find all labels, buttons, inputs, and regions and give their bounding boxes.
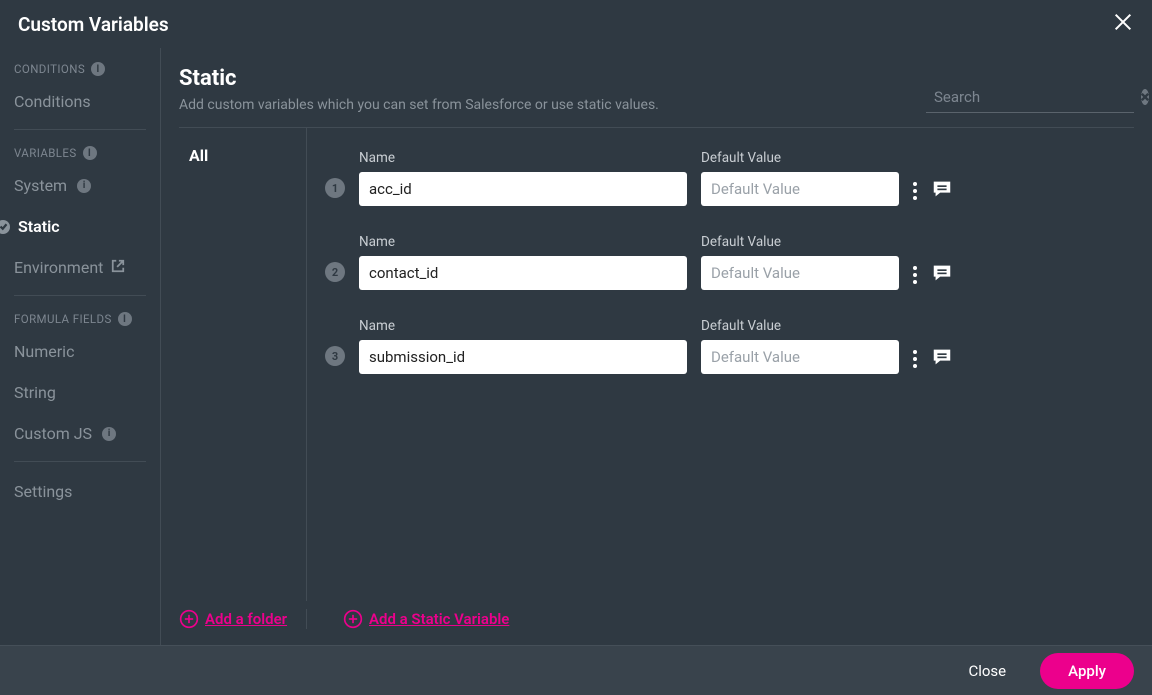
main-panel: Static Add custom variables which you ca…: [160, 48, 1152, 645]
sidebar-item-numeric[interactable]: Numeric: [14, 338, 146, 365]
sidebar-item-label: System: [14, 176, 67, 195]
title-bar: Custom Variables: [0, 0, 1152, 48]
default-value-label: Default Value: [701, 234, 899, 250]
variable-value-input[interactable]: [701, 340, 899, 374]
apply-button[interactable]: Apply: [1040, 653, 1134, 689]
section-header-label: CONDITIONS: [14, 62, 85, 76]
sidebar-item-string[interactable]: String: [14, 379, 146, 406]
variable-row: 2 Name Default Value: [325, 222, 1134, 306]
info-icon[interactable]: i: [83, 146, 97, 160]
section-header-label: VARIABLES: [14, 146, 77, 160]
sidebar-item-label: Conditions: [14, 92, 91, 111]
add-variable-button[interactable]: Add a Static Variable: [343, 609, 509, 629]
clear-search-icon[interactable]: [1141, 89, 1149, 105]
section-header-label: FORMULA FIELDS: [14, 312, 112, 326]
sidebar-item-label: Custom JS: [14, 424, 92, 443]
add-folder-button[interactable]: Add a folder: [179, 609, 287, 629]
sidebar-item-label: Numeric: [14, 342, 74, 361]
info-icon[interactable]: i: [118, 312, 132, 326]
sidebar-item-system[interactable]: System i: [14, 172, 146, 199]
info-icon[interactable]: i: [91, 62, 105, 76]
name-label: Name: [359, 234, 687, 250]
sidebar-item-environment[interactable]: Environment: [14, 254, 146, 281]
sidebar-item-label: Static: [18, 217, 60, 236]
plus-circle-icon: [343, 609, 363, 629]
row-index-badge: 1: [325, 178, 345, 198]
more-options-icon[interactable]: [913, 350, 917, 368]
variable-name-input[interactable]: [359, 340, 687, 374]
more-options-icon[interactable]: [913, 266, 917, 284]
variable-list: 1 Name Default Value 2 Name Default Valu…: [307, 128, 1134, 601]
info-icon[interactable]: i: [102, 427, 116, 441]
folder-list: All: [179, 128, 307, 601]
variable-row: 3 Name Default Value: [325, 306, 1134, 390]
default-value-label: Default Value: [701, 150, 899, 166]
variable-name-input[interactable]: [359, 256, 687, 290]
default-value-label: Default Value: [701, 318, 899, 334]
name-label: Name: [359, 150, 687, 166]
sidebar-item-customjs[interactable]: Custom JS i: [14, 420, 146, 447]
external-link-icon: [111, 258, 125, 277]
comment-icon[interactable]: [931, 346, 953, 368]
more-options-icon[interactable]: [913, 182, 917, 200]
comment-icon[interactable]: [931, 178, 953, 200]
section-header-formula: FORMULA FIELDS i: [14, 312, 146, 326]
divider: [14, 129, 146, 130]
divider: [14, 295, 146, 296]
sidebar-item-label: String: [14, 383, 56, 402]
add-folder-label: Add a folder: [205, 610, 287, 628]
plus-circle-icon: [179, 609, 199, 629]
sidebar-item-settings[interactable]: Settings: [14, 478, 146, 505]
sidebar-item-label: Settings: [14, 482, 72, 501]
variable-row: 1 Name Default Value: [325, 138, 1134, 222]
main-title: Static: [179, 66, 659, 91]
close-icon[interactable]: [1112, 11, 1134, 37]
close-button[interactable]: Close: [954, 654, 1020, 688]
folder-item-all[interactable]: All: [189, 146, 296, 165]
section-header-conditions: CONDITIONS i: [14, 62, 146, 76]
sidebar-item-conditions[interactable]: Conditions: [14, 88, 146, 115]
divider: [14, 461, 146, 462]
variable-value-input[interactable]: [701, 172, 899, 206]
name-label: Name: [359, 318, 687, 334]
search-field[interactable]: [926, 86, 1134, 113]
check-icon: [0, 220, 10, 234]
sidebar-item-static[interactable]: Static: [0, 213, 146, 240]
comment-icon[interactable]: [931, 262, 953, 284]
info-icon[interactable]: i: [77, 179, 91, 193]
dialog-title: Custom Variables: [18, 13, 169, 36]
variable-name-input[interactable]: [359, 172, 687, 206]
sidebar-item-label: Environment: [14, 258, 103, 277]
section-header-variables: VARIABLES i: [14, 146, 146, 160]
add-variable-label: Add a Static Variable: [369, 610, 509, 628]
row-index-badge: 3: [325, 346, 345, 366]
sidebar: CONDITIONS i Conditions VARIABLES i Syst…: [0, 48, 160, 645]
bottom-bar: Close Apply: [0, 645, 1152, 695]
variable-value-input[interactable]: [701, 256, 899, 290]
row-index-badge: 2: [325, 262, 345, 282]
main-subtitle: Add custom variables which you can set f…: [179, 97, 659, 113]
search-input[interactable]: [934, 88, 1133, 106]
